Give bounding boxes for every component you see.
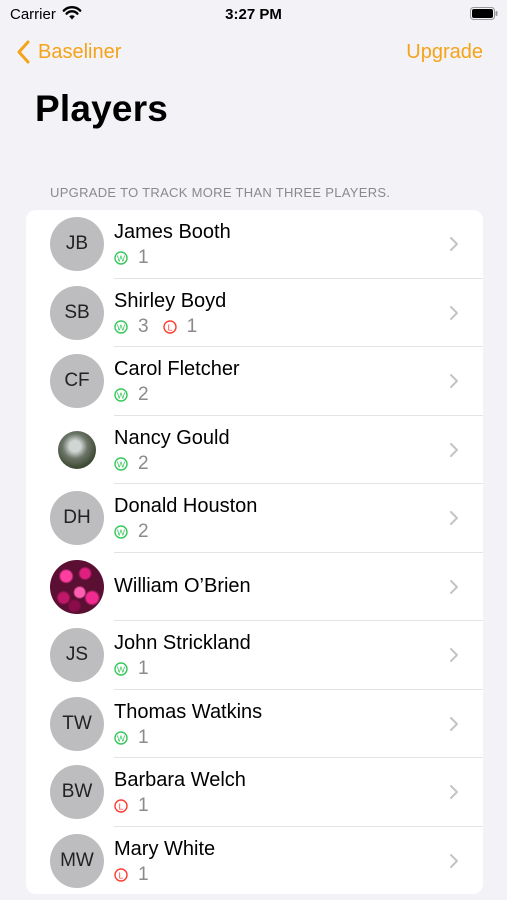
avatar: BW <box>50 765 104 819</box>
loss-badge-icon: L <box>114 867 128 882</box>
svg-text:L: L <box>119 870 124 880</box>
svg-text:W: W <box>117 390 125 400</box>
svg-text:W: W <box>117 664 125 674</box>
avatar-photo <box>50 423 104 477</box>
win-badge-icon: W <box>114 730 128 745</box>
win-count: 2 <box>138 521 149 542</box>
player-name: John Strickland <box>114 632 251 654</box>
player-row[interactable]: DH Donald Houston W 2 <box>26 484 483 553</box>
players-list: JB James Booth W 1 SB Shirley Boyd W 3 L… <box>26 210 483 894</box>
chevron-right-icon <box>450 237 458 251</box>
player-stats: W 3 L 1 <box>114 316 211 338</box>
player-row[interactable]: William O’Brien <box>26 553 483 621</box>
svg-text:W: W <box>117 733 125 743</box>
player-stats: W 2 <box>114 384 163 406</box>
avatar: MW <box>50 833 104 888</box>
player-row[interactable]: Nancy Gould W 2 <box>26 416 483 484</box>
avatar: CF <box>50 354 104 408</box>
avatar-photo <box>50 559 104 614</box>
player-stats: W 1 <box>114 247 163 269</box>
win-badge-icon: W <box>114 319 128 334</box>
svg-text:W: W <box>117 527 125 537</box>
loss-count: 1 <box>138 795 149 816</box>
chevron-right-icon <box>450 716 458 731</box>
clock: 3:27 PM <box>225 6 282 23</box>
player-name: Mary White <box>114 837 216 860</box>
back-button-label: Baseliner <box>38 40 122 63</box>
status-bar: Carrier 3:27 PM <box>0 0 507 30</box>
win-count: 1 <box>138 658 149 679</box>
back-button[interactable]: Baseliner <box>16 40 121 64</box>
win-badge-icon: W <box>114 525 128 539</box>
page-title: Players <box>35 88 169 129</box>
win-count: 3 <box>138 315 149 337</box>
win-badge-icon: W <box>114 456 128 471</box>
player-stats: L 1 <box>114 864 163 886</box>
chevron-right-icon <box>450 785 458 799</box>
win-count: 2 <box>138 452 149 474</box>
avatar: JB <box>50 217 104 271</box>
player-name: Barbara Welch <box>114 769 246 791</box>
svg-text:L: L <box>167 322 172 332</box>
navigation-bar: Baseliner Upgrade <box>0 36 507 70</box>
chevron-right-icon <box>450 511 458 525</box>
player-name: Nancy Gould <box>114 426 230 449</box>
player-stats: W 2 <box>114 521 163 543</box>
upgrade-button[interactable]: Upgrade <box>406 41 483 64</box>
chevron-right-icon <box>450 442 458 457</box>
player-stats: W 1 <box>114 727 163 749</box>
svg-text:W: W <box>117 253 125 263</box>
win-badge-icon: W <box>114 662 128 676</box>
chevron-right-icon <box>450 853 458 868</box>
avatar: JS <box>50 628 104 682</box>
avatar: SB <box>50 285 104 340</box>
player-row[interactable]: SB Shirley Boyd W 3 L 1 <box>26 279 483 347</box>
loss-badge-icon: L <box>162 319 177 334</box>
player-row[interactable]: TW Thomas Watkins W 1 <box>26 690 483 758</box>
avatar: TW <box>50 696 104 751</box>
player-name: James Booth <box>114 221 231 243</box>
svg-text:W: W <box>117 322 125 332</box>
player-stats: W 1 <box>114 658 163 680</box>
waterfall-photo <box>58 430 96 469</box>
win-count: 2 <box>138 384 149 405</box>
loss-badge-icon: L <box>114 799 128 813</box>
svg-text:W: W <box>117 459 125 469</box>
battery-icon <box>470 7 498 20</box>
win-count: 1 <box>138 247 149 268</box>
player-row[interactable]: JS John Strickland W 1 <box>26 621 483 690</box>
player-row[interactable]: CF Carol Fletcher W 2 <box>26 347 483 416</box>
win-count: 1 <box>138 726 149 748</box>
section-header: UPGRADE TO TRACK MORE THAN THREE PLAYERS… <box>50 185 391 200</box>
player-row[interactable]: BW Barbara Welch L 1 <box>26 758 483 827</box>
player-name: Carol Fletcher <box>114 358 240 380</box>
win-badge-icon: W <box>114 251 128 265</box>
avatar: DH <box>50 491 104 545</box>
loss-count: 1 <box>186 315 198 337</box>
player-name: William O’Brien <box>114 574 251 597</box>
player-row[interactable]: MW Mary White L 1 <box>26 827 483 895</box>
player-name: Shirley Boyd <box>114 289 227 312</box>
player-stats: W 2 <box>114 453 163 475</box>
chevron-right-icon <box>450 374 458 388</box>
player-stats: L 1 <box>114 795 163 817</box>
chevron-right-icon <box>450 305 458 320</box>
player-name: Thomas Watkins <box>114 700 263 723</box>
loss-count: 1 <box>138 863 149 885</box>
chevron-right-icon <box>450 579 458 594</box>
player-row[interactable]: JB James Booth W 1 <box>26 210 483 279</box>
chevron-left-icon <box>17 40 30 64</box>
win-badge-icon: W <box>114 388 128 402</box>
player-name: Donald Houston <box>114 495 258 517</box>
chevron-right-icon <box>450 648 458 662</box>
svg-text:L: L <box>119 801 124 811</box>
